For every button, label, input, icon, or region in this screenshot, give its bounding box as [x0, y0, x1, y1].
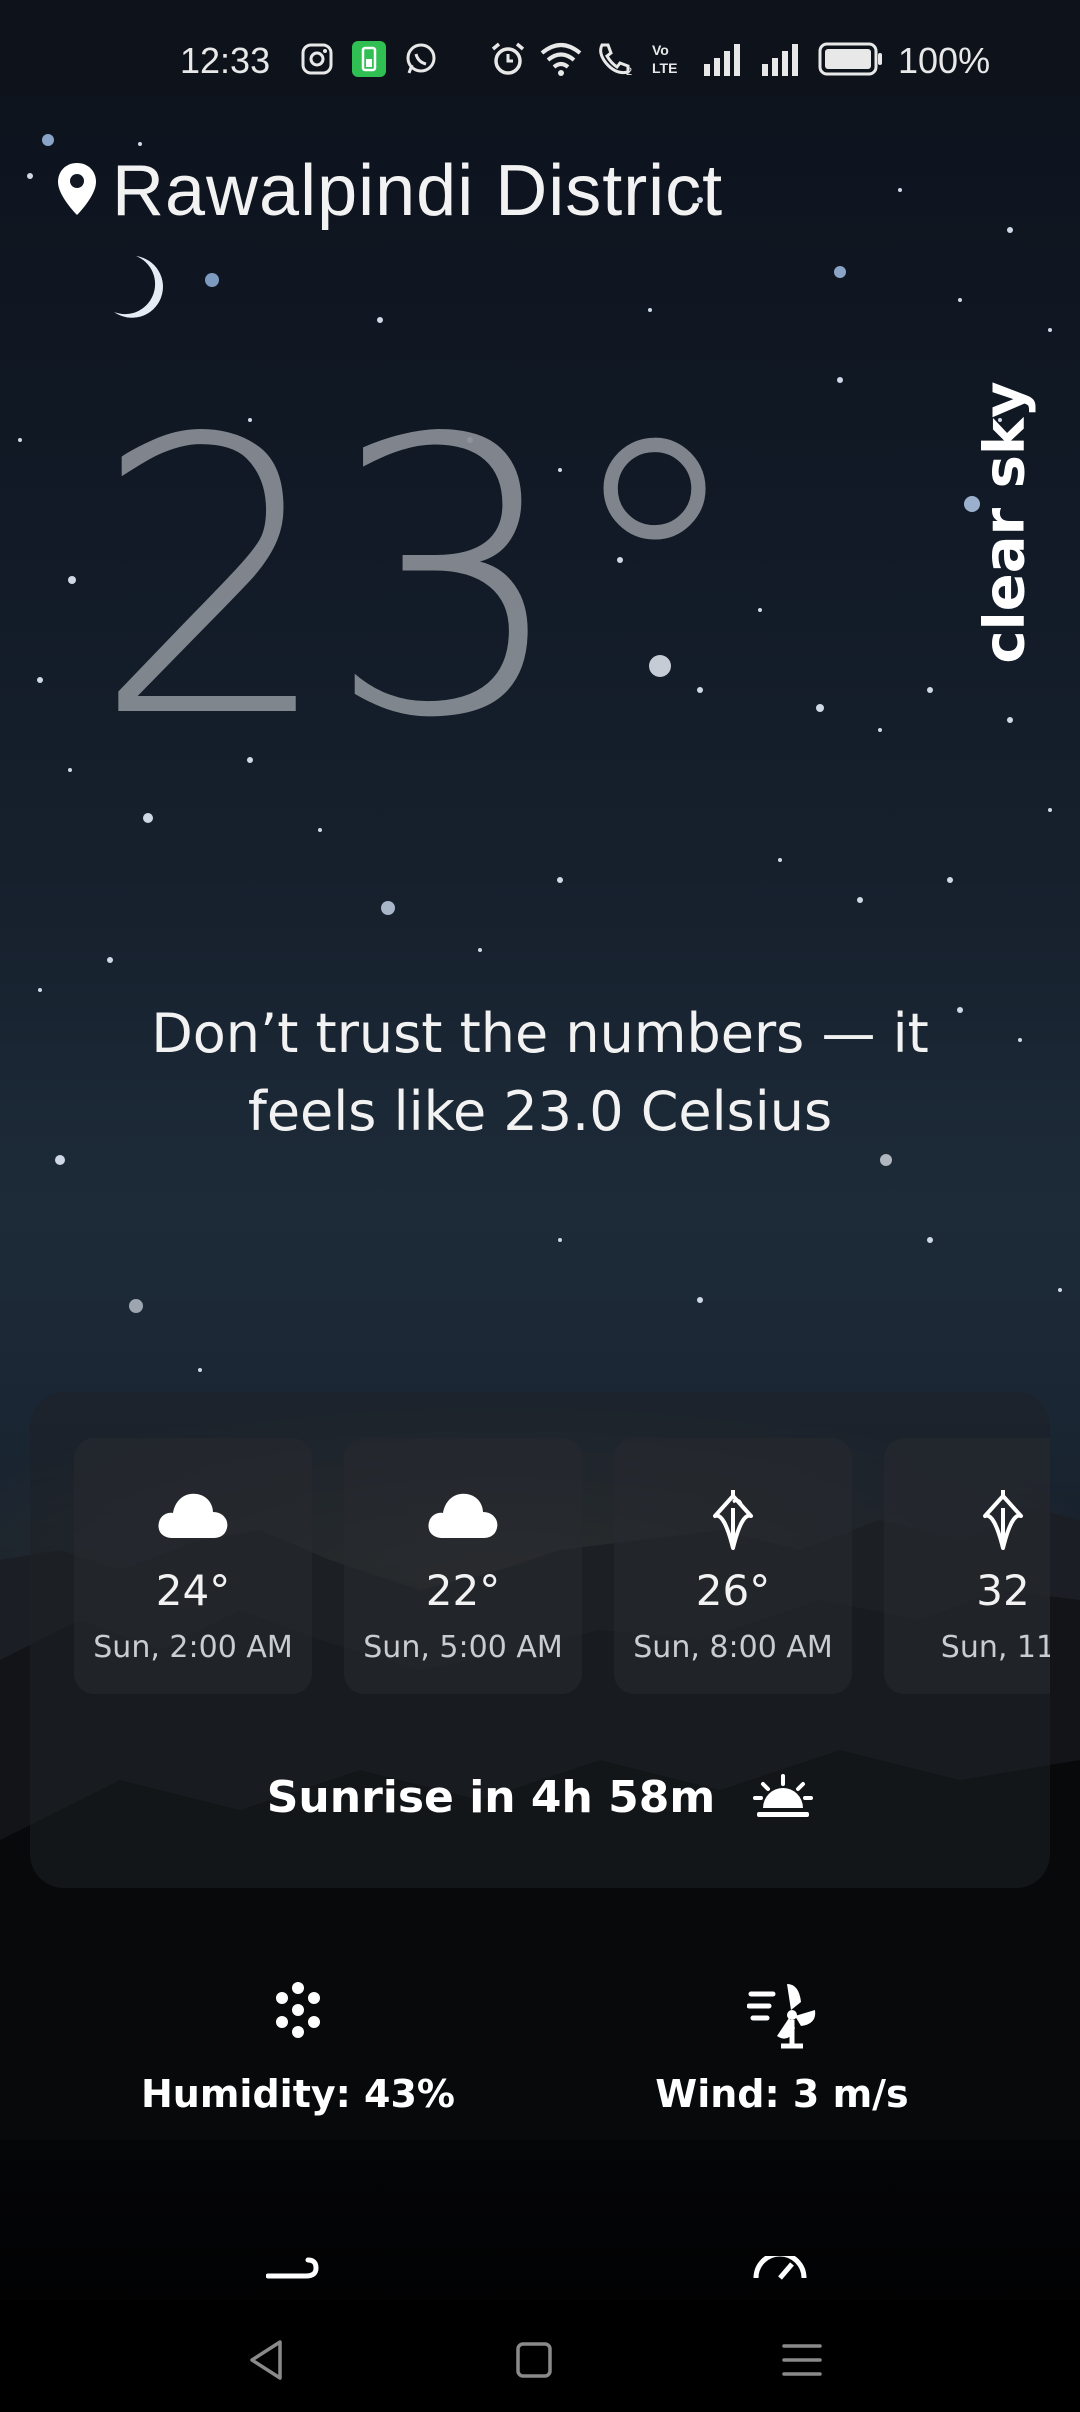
wind-stat: Wind: 3 m/s	[562, 1980, 1002, 2116]
battery-saver-icon	[352, 40, 386, 82]
partial-icon	[265, 2256, 320, 2285]
forecast-item[interactable]: 22° Sun, 5:00 AM	[344, 1438, 582, 1694]
current-temperature: 23°	[92, 358, 750, 801]
svg-text:LTE: LTE	[652, 60, 677, 76]
location-name: Rawalpindi District	[112, 151, 724, 231]
feels-like-message: Don’t trust the numbers — it feels like …	[151, 1002, 929, 1143]
svg-text:Vo: Vo	[652, 42, 669, 58]
sunrise-row: Sunrise in 4h 58m	[30, 1772, 1050, 1823]
signal-icon	[702, 42, 746, 81]
wifi-icon	[540, 41, 582, 82]
navigation-bar	[0, 2300, 1080, 2412]
back-icon[interactable]	[236, 2330, 296, 2390]
forecast-item[interactable]: 32 Sun, 11:	[884, 1438, 1050, 1694]
location-header[interactable]: Rawalpindi District	[56, 150, 723, 232]
forecast-item[interactable]: 24° Sun, 2:00 AM	[74, 1438, 312, 1694]
forecast-temp: 32	[976, 1566, 1030, 1615]
status-time: 12:33	[180, 40, 271, 81]
forecast-temp: 24°	[155, 1566, 231, 1615]
umbrella-icon	[614, 1488, 852, 1550]
wind-label: Wind: 3 m/s	[655, 2072, 909, 2116]
humidity-stat: Humidity: 43%	[78, 1980, 518, 2116]
wind-icon	[562, 1980, 1002, 2050]
forecast-panel: 24° Sun, 2:00 AM 22° Sun, 5:00 AM 26° Su…	[30, 1392, 1050, 1888]
signal-icon	[760, 42, 804, 81]
svg-text:2: 2	[626, 66, 632, 77]
forecast-temp: 22°	[425, 1566, 501, 1615]
weather-condition: clear sky	[972, 381, 1038, 664]
humidity-label: Humidity: 43%	[140, 2072, 456, 2116]
forecast-time: Sun, 8:00 AM	[633, 1630, 833, 1665]
notification-icons	[300, 36, 438, 86]
forecast-time: Sun, 2:00 AM	[93, 1630, 293, 1665]
wifi-call-icon: 2	[596, 41, 636, 82]
system-icons: 2 Vo LTE 100%	[490, 36, 990, 86]
humidity-icon	[78, 1980, 518, 2050]
gauge-icon	[752, 2251, 808, 2285]
recents-icon[interactable]	[772, 2330, 832, 2390]
cloud-icon	[74, 1488, 312, 1548]
cloud-icon	[344, 1488, 582, 1548]
status-bar: 12:33 2 Vo LTE 100%	[0, 0, 1080, 96]
whatsapp-icon	[404, 42, 438, 81]
crescent-moon-icon	[108, 254, 164, 325]
forecast-time: Sun, 11:	[940, 1630, 1050, 1665]
location-pin-icon	[56, 161, 98, 222]
battery-icon	[818, 42, 884, 81]
instagram-icon	[300, 42, 334, 81]
hourly-forecast-list[interactable]: 24° Sun, 2:00 AM 22° Sun, 5:00 AM 26° Su…	[74, 1438, 1050, 1694]
sunrise-icon	[753, 1772, 814, 1823]
volte-icon: Vo LTE	[650, 41, 688, 82]
umbrella-icon	[884, 1488, 1050, 1550]
battery-percent: 100%	[898, 40, 991, 81]
sunrise-countdown: Sunrise in 4h 58m	[266, 1772, 716, 1823]
forecast-item[interactable]: 26° Sun, 8:00 AM	[614, 1438, 852, 1694]
home-icon[interactable]	[504, 2330, 564, 2390]
alarm-icon	[490, 41, 526, 82]
forecast-time: Sun, 5:00 AM	[363, 1630, 563, 1665]
forecast-temp: 26°	[695, 1566, 771, 1615]
